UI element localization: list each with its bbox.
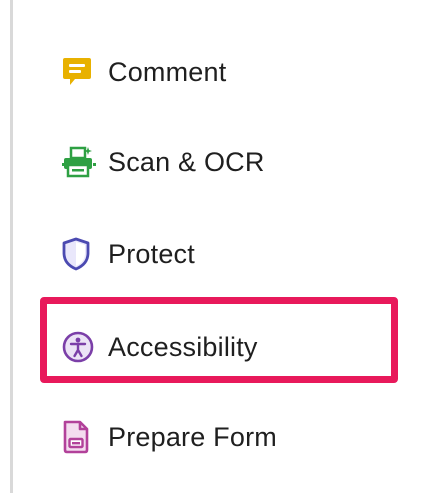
tool-label-comment: Comment (108, 56, 227, 87)
prepare-form-icon (48, 405, 108, 469)
tool-item-prepare-form[interactable]: Prepare Form (48, 405, 418, 469)
shield-icon (48, 222, 108, 286)
tools-panel-frame: Comment Scan & OCR Protect Accessibility… (0, 0, 429, 493)
tool-item-comment[interactable]: Comment (48, 40, 418, 104)
tool-label-accessibility: Accessibility (108, 331, 258, 362)
tool-item-scan-ocr[interactable]: Scan & OCR (48, 130, 418, 194)
tool-item-protect[interactable]: Protect (48, 222, 418, 286)
tool-item-accessibility[interactable]: Accessibility (48, 315, 418, 379)
tool-label-scan-ocr: Scan & OCR (108, 146, 265, 177)
tool-label-protect: Protect (108, 238, 195, 269)
tools-list: Comment Scan & OCR Protect Accessibility… (0, 0, 429, 493)
tool-label-prepare-form: Prepare Form (108, 421, 277, 452)
comment-icon (48, 40, 108, 104)
scan-ocr-icon (48, 130, 108, 194)
accessibility-icon (48, 315, 108, 379)
